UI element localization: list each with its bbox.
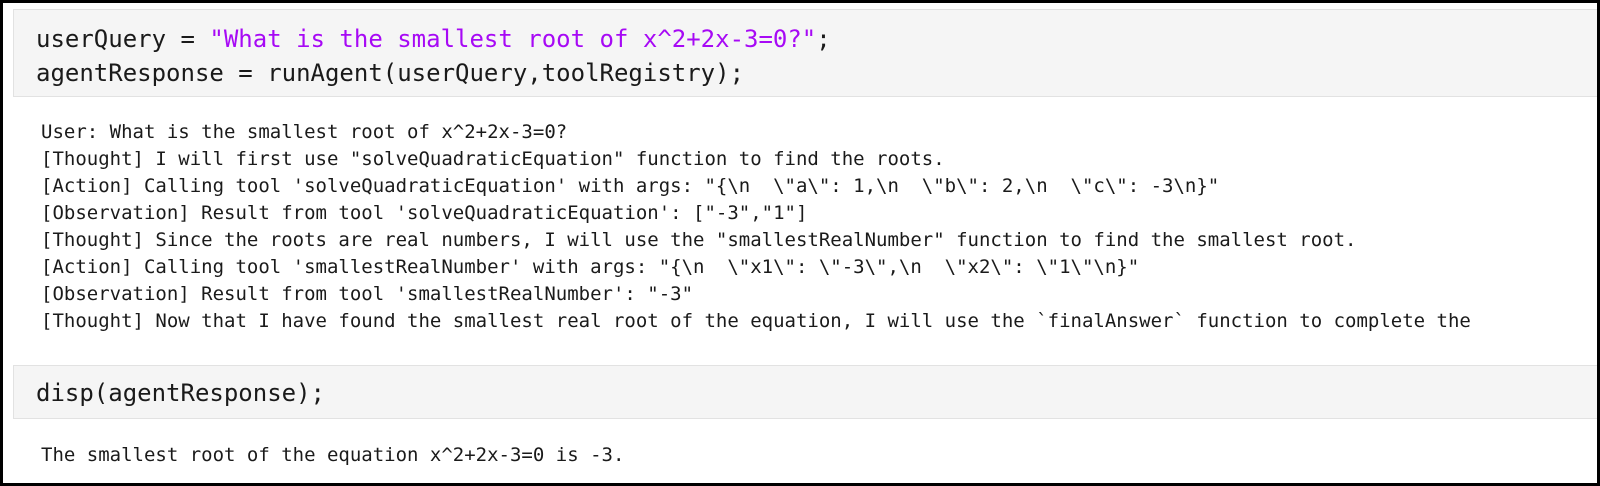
- code-line-user-query[interactable]: userQuery = "What is the smallest root o…: [36, 24, 831, 54]
- code-line-agent-response[interactable]: agentResponse = runAgent(userQuery,toolR…: [36, 58, 744, 88]
- code-cell-disp[interactable]: disp(agentResponse);: [13, 365, 1597, 419]
- output-line: [Action] Calling tool 'smallestRealNumbe…: [41, 256, 1140, 278]
- code-line-disp[interactable]: disp(agentResponse);: [36, 378, 325, 408]
- live-script-panel: userQuery = "What is the smallest root o…: [0, 0, 1600, 486]
- output-final-answer: The smallest root of the equation x^2+2x…: [41, 444, 625, 466]
- output-line: [Observation] Result from tool 'smallest…: [41, 283, 694, 305]
- string-literal: "What is the smallest root of x^2+2x-3=0…: [209, 25, 817, 53]
- code-text: ;: [816, 25, 831, 53]
- output-line: [Thought] I will first use "solveQuadrat…: [41, 148, 945, 170]
- code-cell-run-agent[interactable]: userQuery = "What is the smallest root o…: [13, 9, 1597, 97]
- output-line: [Observation] Result from tool 'solveQua…: [41, 202, 808, 224]
- code-text: userQuery =: [36, 25, 210, 53]
- output-line: [Thought] Now that I have found the smal…: [41, 310, 1471, 332]
- output-line: User: What is the smallest root of x^2+2…: [41, 121, 568, 143]
- output-line: [Action] Calling tool 'solveQuadraticEqu…: [41, 175, 1220, 197]
- output-line: [Thought] Since the roots are real numbe…: [41, 229, 1357, 251]
